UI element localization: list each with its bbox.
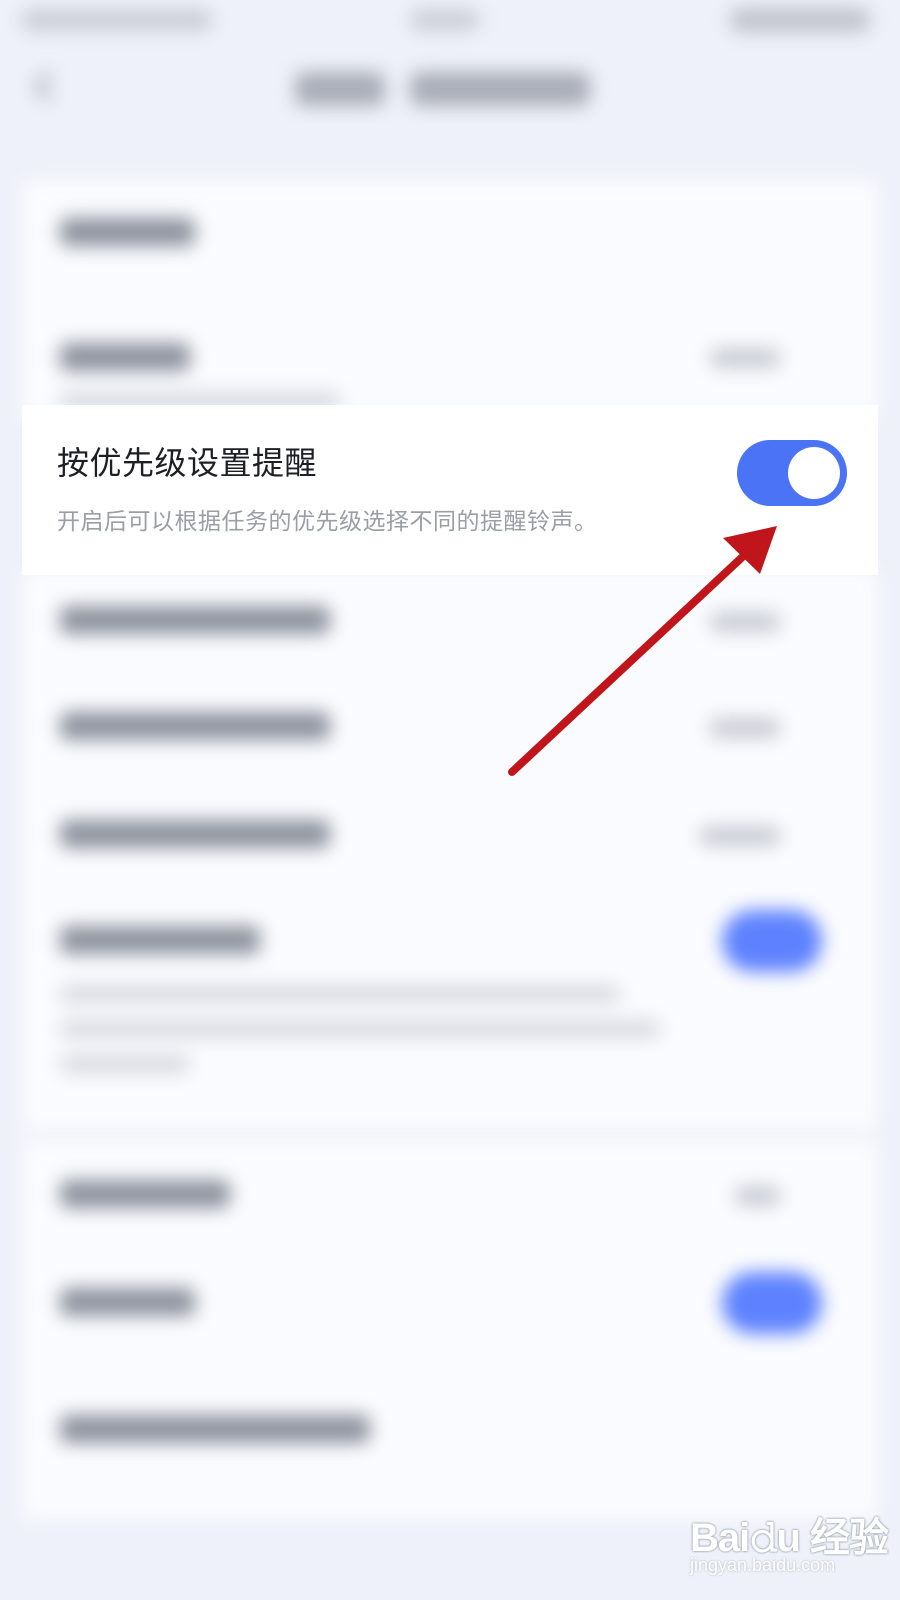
watermark-url: jingyan.baidu.com bbox=[690, 1555, 836, 1575]
settings-screen: 按优先级设置提醒 开启后可以根据任务的优先级选择不同的提醒铃声。 Bai𝚍u 经… bbox=[0, 0, 900, 1600]
annotation-arrow bbox=[508, 526, 777, 776]
baidu-jingyan-watermark: Bai𝚍u 经验 jingyan.baidu.com bbox=[690, 1505, 889, 1585]
